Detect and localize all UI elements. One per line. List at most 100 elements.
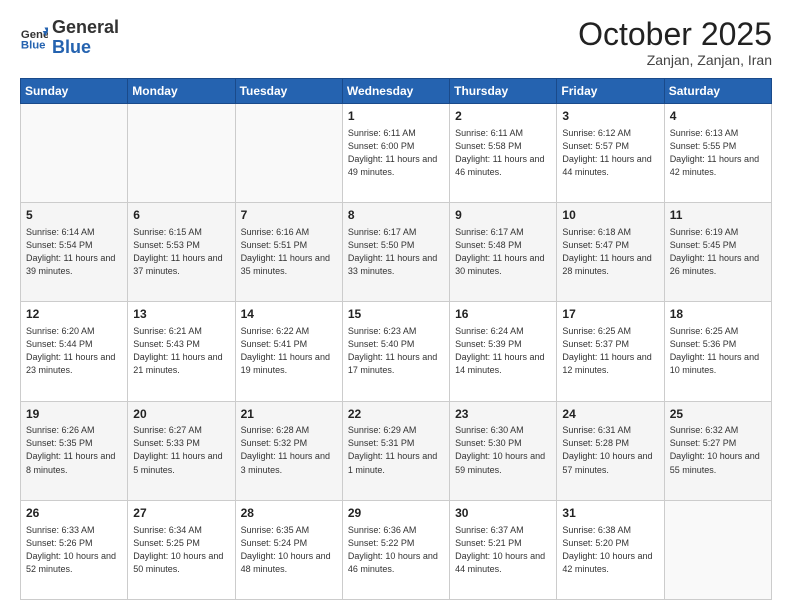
day-info: Sunrise: 6:15 AM Sunset: 5:53 PM Dayligh… xyxy=(133,226,229,278)
logo-icon: General Blue xyxy=(20,24,48,52)
day-info: Sunrise: 6:11 AM Sunset: 5:58 PM Dayligh… xyxy=(455,127,551,179)
day-info: Sunrise: 6:13 AM Sunset: 5:55 PM Dayligh… xyxy=(670,127,766,179)
table-row: 15 Sunrise: 6:23 AM Sunset: 5:40 PM Dayli… xyxy=(342,302,449,401)
calendar-week-1: 5 Sunrise: 6:14 AM Sunset: 5:54 PM Daylig… xyxy=(21,203,772,302)
day-info: Sunrise: 6:14 AM Sunset: 5:54 PM Dayligh… xyxy=(26,226,122,278)
day-info: Sunrise: 6:23 AM Sunset: 5:40 PM Dayligh… xyxy=(348,325,444,377)
table-row: 6 Sunrise: 6:15 AM Sunset: 5:53 PM Daylig… xyxy=(128,203,235,302)
day-info: Sunrise: 6:17 AM Sunset: 5:48 PM Dayligh… xyxy=(455,226,551,278)
day-info: Sunrise: 6:24 AM Sunset: 5:39 PM Dayligh… xyxy=(455,325,551,377)
day-info: Sunrise: 6:25 AM Sunset: 5:37 PM Dayligh… xyxy=(562,325,658,377)
month-title: October 2025 xyxy=(578,18,772,50)
day-info: Sunrise: 6:12 AM Sunset: 5:57 PM Dayligh… xyxy=(562,127,658,179)
day-number: 10 xyxy=(562,207,658,224)
day-info: Sunrise: 6:28 AM Sunset: 5:32 PM Dayligh… xyxy=(241,424,337,476)
col-tuesday: Tuesday xyxy=(235,79,342,104)
day-info: Sunrise: 6:26 AM Sunset: 5:35 PM Dayligh… xyxy=(26,424,122,476)
day-info: Sunrise: 6:30 AM Sunset: 5:30 PM Dayligh… xyxy=(455,424,551,476)
day-number: 9 xyxy=(455,207,551,224)
table-row: 4 Sunrise: 6:13 AM Sunset: 5:55 PM Daylig… xyxy=(664,104,771,203)
day-number: 16 xyxy=(455,306,551,323)
day-number: 22 xyxy=(348,406,444,423)
day-number: 31 xyxy=(562,505,658,522)
day-info: Sunrise: 6:38 AM Sunset: 5:20 PM Dayligh… xyxy=(562,524,658,576)
table-row: 31 Sunrise: 6:38 AM Sunset: 5:20 PM Dayli… xyxy=(557,500,664,599)
calendar-header-row: Sunday Monday Tuesday Wednesday Thursday… xyxy=(21,79,772,104)
table-row: 14 Sunrise: 6:22 AM Sunset: 5:41 PM Dayli… xyxy=(235,302,342,401)
col-monday: Monday xyxy=(128,79,235,104)
table-row: 10Sunrise: 6:18 AM Sunset: 5:47 PM Dayli… xyxy=(557,203,664,302)
table-row: 24Sunrise: 6:31 AM Sunset: 5:28 PM Dayli… xyxy=(557,401,664,500)
day-number: 26 xyxy=(26,505,122,522)
day-number: 20 xyxy=(133,406,229,423)
day-number: 4 xyxy=(670,108,766,125)
header: General Blue General Blue October 2025 Z… xyxy=(20,18,772,68)
day-info: Sunrise: 6:34 AM Sunset: 5:25 PM Dayligh… xyxy=(133,524,229,576)
table-row: 11 Sunrise: 6:19 AM Sunset: 5:45 PM Dayli… xyxy=(664,203,771,302)
location: Zanjan, Zanjan, Iran xyxy=(578,52,772,68)
table-row: 25Sunrise: 6:32 AM Sunset: 5:27 PM Dayli… xyxy=(664,401,771,500)
table-row: 22Sunrise: 6:29 AM Sunset: 5:31 PM Dayli… xyxy=(342,401,449,500)
table-row: 1 Sunrise: 6:11 AM Sunset: 6:00 PM Daylig… xyxy=(342,104,449,203)
table-row xyxy=(21,104,128,203)
day-number: 15 xyxy=(348,306,444,323)
calendar-table: Sunday Monday Tuesday Wednesday Thursday… xyxy=(20,78,772,600)
table-row: 28 Sunrise: 6:35 AM Sunset: 5:24 PM Dayli… xyxy=(235,500,342,599)
table-row: 17 Sunrise: 6:25 AM Sunset: 5:37 PM Dayli… xyxy=(557,302,664,401)
table-row: 9 Sunrise: 6:17 AM Sunset: 5:48 PM Daylig… xyxy=(450,203,557,302)
day-number: 6 xyxy=(133,207,229,224)
col-friday: Friday xyxy=(557,79,664,104)
day-info: Sunrise: 6:17 AM Sunset: 5:50 PM Dayligh… xyxy=(348,226,444,278)
day-info: Sunrise: 6:25 AM Sunset: 5:36 PM Dayligh… xyxy=(670,325,766,377)
page: General Blue General Blue October 2025 Z… xyxy=(0,0,792,612)
table-row: 8Sunrise: 6:17 AM Sunset: 5:50 PM Daylig… xyxy=(342,203,449,302)
day-info: Sunrise: 6:11 AM Sunset: 6:00 PM Dayligh… xyxy=(348,127,444,179)
day-number: 27 xyxy=(133,505,229,522)
day-number: 12 xyxy=(26,306,122,323)
day-number: 11 xyxy=(670,207,766,224)
day-info: Sunrise: 6:31 AM Sunset: 5:28 PM Dayligh… xyxy=(562,424,658,476)
day-number: 19 xyxy=(26,406,122,423)
table-row: 2Sunrise: 6:11 AM Sunset: 5:58 PM Daylig… xyxy=(450,104,557,203)
table-row: 18 Sunrise: 6:25 AM Sunset: 5:36 PM Dayli… xyxy=(664,302,771,401)
day-info: Sunrise: 6:29 AM Sunset: 5:31 PM Dayligh… xyxy=(348,424,444,476)
day-number: 14 xyxy=(241,306,337,323)
col-thursday: Thursday xyxy=(450,79,557,104)
table-row: 29Sunrise: 6:36 AM Sunset: 5:22 PM Dayli… xyxy=(342,500,449,599)
day-number: 3 xyxy=(562,108,658,125)
calendar-week-2: 12Sunrise: 6:20 AM Sunset: 5:44 PM Dayli… xyxy=(21,302,772,401)
day-info: Sunrise: 6:33 AM Sunset: 5:26 PM Dayligh… xyxy=(26,524,122,576)
table-row: 30 Sunrise: 6:37 AM Sunset: 5:21 PM Dayli… xyxy=(450,500,557,599)
day-number: 30 xyxy=(455,505,551,522)
day-info: Sunrise: 6:22 AM Sunset: 5:41 PM Dayligh… xyxy=(241,325,337,377)
table-row: 3 Sunrise: 6:12 AM Sunset: 5:57 PM Daylig… xyxy=(557,104,664,203)
logo-blue-text: Blue xyxy=(52,37,91,57)
day-info: Sunrise: 6:36 AM Sunset: 5:22 PM Dayligh… xyxy=(348,524,444,576)
col-saturday: Saturday xyxy=(664,79,771,104)
day-number: 21 xyxy=(241,406,337,423)
table-row xyxy=(128,104,235,203)
table-row: 12Sunrise: 6:20 AM Sunset: 5:44 PM Dayli… xyxy=(21,302,128,401)
day-number: 24 xyxy=(562,406,658,423)
calendar-week-3: 19Sunrise: 6:26 AM Sunset: 5:35 PM Dayli… xyxy=(21,401,772,500)
table-row: 20Sunrise: 6:27 AM Sunset: 5:33 PM Dayli… xyxy=(128,401,235,500)
day-number: 28 xyxy=(241,505,337,522)
table-row: 27 Sunrise: 6:34 AM Sunset: 5:25 PM Dayli… xyxy=(128,500,235,599)
day-info: Sunrise: 6:27 AM Sunset: 5:33 PM Dayligh… xyxy=(133,424,229,476)
day-number: 25 xyxy=(670,406,766,423)
day-number: 1 xyxy=(348,108,444,125)
day-number: 23 xyxy=(455,406,551,423)
day-number: 5 xyxy=(26,207,122,224)
day-number: 17 xyxy=(562,306,658,323)
day-info: Sunrise: 6:37 AM Sunset: 5:21 PM Dayligh… xyxy=(455,524,551,576)
day-info: Sunrise: 6:21 AM Sunset: 5:43 PM Dayligh… xyxy=(133,325,229,377)
day-info: Sunrise: 6:19 AM Sunset: 5:45 PM Dayligh… xyxy=(670,226,766,278)
table-row xyxy=(664,500,771,599)
svg-text:Blue: Blue xyxy=(21,39,46,51)
table-row: 23Sunrise: 6:30 AM Sunset: 5:30 PM Dayli… xyxy=(450,401,557,500)
col-sunday: Sunday xyxy=(21,79,128,104)
calendar-week-0: 1 Sunrise: 6:11 AM Sunset: 6:00 PM Daylig… xyxy=(21,104,772,203)
day-info: Sunrise: 6:35 AM Sunset: 5:24 PM Dayligh… xyxy=(241,524,337,576)
table-row: 7Sunrise: 6:16 AM Sunset: 5:51 PM Daylig… xyxy=(235,203,342,302)
day-number: 18 xyxy=(670,306,766,323)
